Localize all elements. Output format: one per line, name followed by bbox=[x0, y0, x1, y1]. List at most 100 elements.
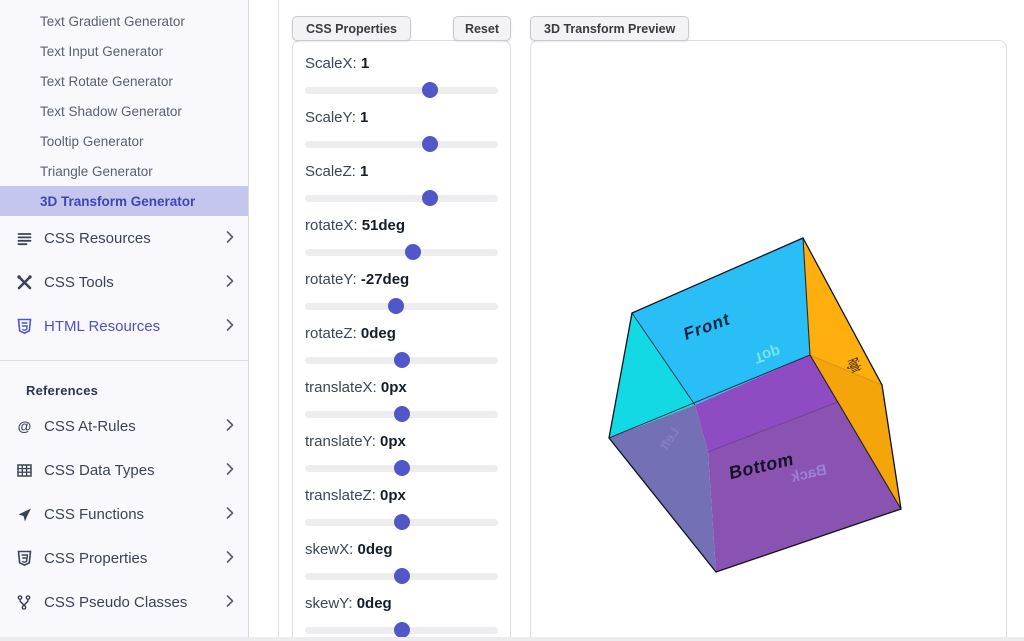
slider-group-rotatex: rotateX: 51deg bbox=[305, 217, 498, 260]
sidebar-item-label: CSS Resources bbox=[44, 230, 226, 247]
slider-value-translatex: 0px bbox=[381, 379, 407, 396]
tools-icon bbox=[14, 274, 35, 291]
preview-panel: 3D Transform Preview Front Top Right Bot… bbox=[530, 40, 1007, 641]
slider-track-scalez[interactable] bbox=[305, 190, 498, 206]
slider-label-skewx: skewX: 0deg bbox=[305, 541, 498, 559]
slider-thumb-scalez[interactable] bbox=[422, 190, 438, 206]
sidebar-item-3d-transform-generator[interactable]: 3D Transform Generator bbox=[0, 186, 248, 216]
chevron-right-icon bbox=[226, 318, 234, 335]
svg-text:@: @ bbox=[18, 418, 32, 434]
slider-bar bbox=[305, 195, 498, 202]
sidebar-item-label: CSS Tools bbox=[44, 274, 226, 291]
slider-value-rotatex: 51deg bbox=[362, 217, 405, 234]
sidebar-item-label: CSS At-Rules bbox=[44, 418, 226, 435]
css-properties-tab: CSS Properties bbox=[292, 16, 411, 41]
slider-label-translatey: translateY: 0px bbox=[305, 433, 498, 451]
slider-track-rotatey[interactable] bbox=[305, 298, 498, 314]
slider-thumb-translatez[interactable] bbox=[394, 514, 410, 530]
html5-icon bbox=[14, 318, 35, 335]
slider-group-translatex: translateX: 0px bbox=[305, 379, 498, 422]
slider-bar bbox=[305, 141, 498, 148]
reset-button[interactable]: Reset bbox=[453, 16, 511, 41]
slider-group-rotatez: rotateZ: 0deg bbox=[305, 325, 498, 368]
slider-group-scaley: ScaleY: 1 bbox=[305, 109, 498, 152]
references-list: @ CSS At-Rules CSS Data Types CSS Functions… bbox=[0, 404, 248, 624]
slider-value-rotatey: -27deg bbox=[361, 271, 409, 288]
slider-track-translatex[interactable] bbox=[305, 406, 498, 422]
sidebar-item-text-input-generator[interactable]: Text Input Generator bbox=[0, 36, 248, 66]
sidebar-item-label: CSS Pseudo Classes bbox=[44, 594, 226, 611]
sidebar-item-label: CSS Functions bbox=[44, 506, 226, 523]
slider-thumb-skewy[interactable] bbox=[394, 622, 410, 638]
sidebar: Text Gradient GeneratorText Input Genera… bbox=[0, 0, 249, 637]
slider-thumb-translatex[interactable] bbox=[394, 406, 410, 422]
sidebar-item-css-properties[interactable]: CSS Properties bbox=[0, 536, 248, 580]
slider-value-skewy: 0deg bbox=[357, 595, 392, 612]
sidebar-item-tooltip-generator[interactable]: Tooltip Generator bbox=[0, 126, 248, 156]
at-icon: @ bbox=[14, 418, 35, 435]
slider-list: ScaleX: 1 ScaleY: 1 ScaleZ: 1 rotateX: 51de… bbox=[293, 41, 510, 638]
slider-thumb-scaley[interactable] bbox=[422, 136, 438, 152]
slider-track-scaley[interactable] bbox=[305, 136, 498, 152]
slider-thumb-rotatex[interactable] bbox=[405, 244, 421, 260]
list-icon bbox=[14, 230, 35, 247]
slider-thumb-rotatez[interactable] bbox=[394, 352, 410, 368]
chevron-right-icon bbox=[226, 230, 234, 247]
transform-preview-cube: Front Top Right Bottom Back Left bbox=[531, 41, 1006, 640]
slider-value-rotatez: 0deg bbox=[361, 325, 396, 342]
slider-value-translatey: 0px bbox=[380, 433, 406, 450]
sidebar-sections: CSS Resources CSS Tools HTML Resources bbox=[0, 216, 248, 348]
slider-label-scaley: ScaleY: 1 bbox=[305, 109, 498, 127]
slider-value-scalex: 1 bbox=[361, 55, 369, 72]
sidebar-item-css-resources[interactable]: CSS Resources bbox=[0, 216, 248, 260]
sidebar-item-css-pseudo-classes[interactable]: CSS Pseudo Classes bbox=[0, 580, 248, 624]
sidebar-item-triangle-generator[interactable]: Triangle Generator bbox=[0, 156, 248, 186]
sidebar-item-text-gradient-generator[interactable]: Text Gradient Generator bbox=[0, 6, 248, 36]
slider-label-rotatez: rotateZ: 0deg bbox=[305, 325, 498, 343]
slider-group-scalez: ScaleZ: 1 bbox=[305, 163, 498, 206]
chevron-right-icon bbox=[226, 506, 234, 523]
sidebar-item-css-data-types[interactable]: CSS Data Types bbox=[0, 448, 248, 492]
slider-label-translatez: translateZ: 0px bbox=[305, 487, 498, 505]
slider-track-rotatex[interactable] bbox=[305, 244, 498, 260]
chevron-right-icon bbox=[226, 274, 234, 291]
references-title: References bbox=[26, 383, 248, 398]
slider-bar bbox=[305, 249, 498, 256]
slider-label-translatex: translateX: 0px bbox=[305, 379, 498, 397]
slider-track-rotatez[interactable] bbox=[305, 352, 498, 368]
slider-value-skewx: 0deg bbox=[358, 541, 393, 558]
sidebar-item-text-shadow-generator[interactable]: Text Shadow Generator bbox=[0, 96, 248, 126]
slider-thumb-skewx[interactable] bbox=[394, 568, 410, 584]
slider-label-scalez: ScaleZ: 1 bbox=[305, 163, 498, 181]
slider-group-skewx: skewX: 0deg bbox=[305, 541, 498, 584]
sidebar-item-css-functions[interactable]: CSS Functions bbox=[0, 492, 248, 536]
sidebar-item-css-tools[interactable]: CSS Tools bbox=[0, 260, 248, 304]
chevron-right-icon bbox=[226, 418, 234, 435]
slider-track-skewy[interactable] bbox=[305, 622, 498, 638]
slider-track-translatey[interactable] bbox=[305, 460, 498, 476]
sidebar-item-label: HTML Resources bbox=[44, 318, 226, 335]
sidebar-divider bbox=[0, 360, 248, 361]
slider-group-translatez: translateZ: 0px bbox=[305, 487, 498, 530]
slider-thumb-translatey[interactable] bbox=[394, 460, 410, 476]
slider-group-scalex: ScaleX: 1 bbox=[305, 55, 498, 98]
sidebar-item-text-rotate-generator[interactable]: Text Rotate Generator bbox=[0, 66, 248, 96]
sidebar-item-css-at-rules[interactable]: @ CSS At-Rules bbox=[0, 404, 248, 448]
slider-thumb-scalex[interactable] bbox=[422, 82, 438, 98]
slider-group-rotatey: rotateY: -27deg bbox=[305, 271, 498, 314]
sidebar-item-label: CSS Data Types bbox=[44, 462, 226, 479]
slider-label-scalex: ScaleX: 1 bbox=[305, 55, 498, 73]
slider-bar bbox=[305, 87, 498, 94]
sidebar-item-label: CSS Properties bbox=[44, 550, 226, 567]
slider-track-scalex[interactable] bbox=[305, 82, 498, 98]
slider-track-translatez[interactable] bbox=[305, 514, 498, 530]
slider-thumb-rotatey[interactable] bbox=[388, 298, 404, 314]
branch-icon bbox=[14, 594, 35, 611]
slider-value-scalez: 1 bbox=[360, 163, 368, 180]
sidebar-item-html-resources[interactable]: HTML Resources bbox=[0, 304, 248, 348]
function-icon bbox=[14, 506, 35, 523]
css-properties-panel: CSS Properties Reset ScaleX: 1ScaleY: 1S… bbox=[292, 40, 511, 641]
preview-tab: 3D Transform Preview bbox=[530, 16, 689, 41]
slider-track-skewx[interactable] bbox=[305, 568, 498, 584]
slider-label-rotatex: rotateX: 51deg bbox=[305, 217, 498, 235]
